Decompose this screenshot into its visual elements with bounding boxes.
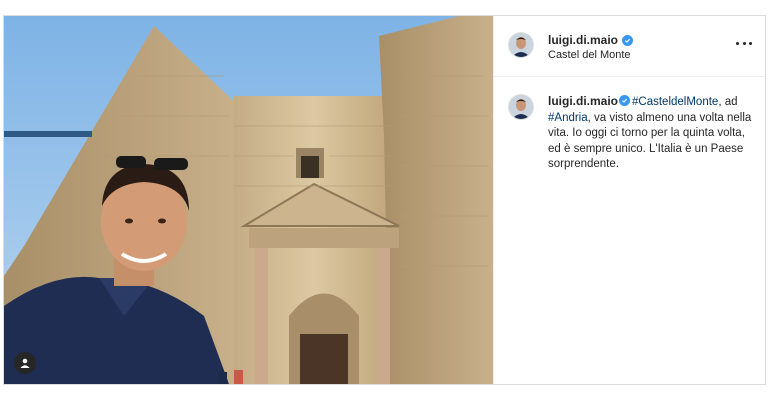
castle-selfie-image <box>4 16 493 384</box>
caption-avatar[interactable] <box>508 94 534 120</box>
post-header: luigi.di.maio Castel del Monte <box>494 16 765 77</box>
header-username-row: luigi.di.maio <box>548 33 634 47</box>
verified-badge-icon <box>619 95 631 107</box>
tagged-users-button[interactable] <box>14 352 36 374</box>
instagram-post: luigi.di.maio Castel del Monte luigi.di.… <box>3 15 766 385</box>
avatar[interactable] <box>508 32 534 58</box>
verified-badge-icon <box>622 34 634 46</box>
caption-text: , ad <box>718 96 738 108</box>
caption-username[interactable]: luigi.di.maio <box>548 94 618 108</box>
post-photo[interactable] <box>4 16 493 384</box>
hashtag-link[interactable]: #CasteldelMonte <box>632 96 718 108</box>
post-caption: luigi.di.maio #CasteldelMonte, ad #Andria… <box>548 94 753 173</box>
post-side-panel: luigi.di.maio Castel del Monte luigi.di.… <box>493 16 765 384</box>
hashtag-link[interactable]: #Andria <box>548 112 588 124</box>
more-options-icon[interactable] <box>736 36 752 50</box>
header-username[interactable]: luigi.di.maio <box>548 33 618 47</box>
user-tag-icon <box>20 358 30 368</box>
location-link[interactable]: Castel del Monte <box>548 49 631 61</box>
